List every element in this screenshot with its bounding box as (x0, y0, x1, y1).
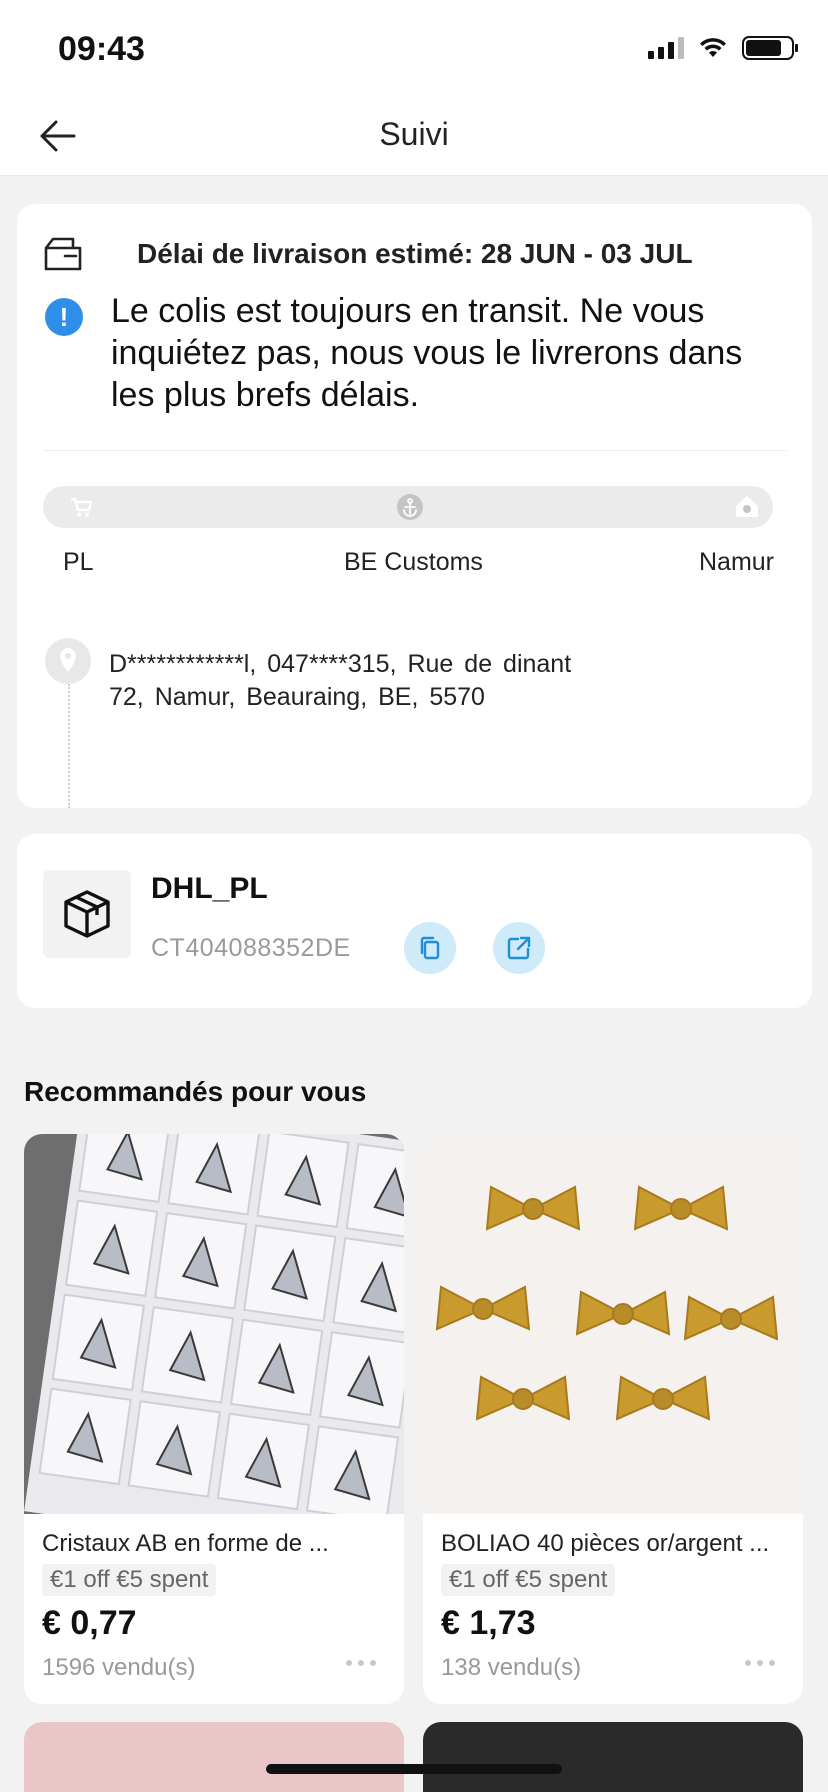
open-tracking-button[interactable] (493, 922, 545, 974)
cart-icon (71, 497, 93, 517)
progress-step-destination: Namur (698, 548, 774, 576)
tracking-progress-bar (43, 486, 773, 528)
info-icon: ! (45, 298, 83, 336)
more-options-icon[interactable] (745, 1660, 775, 1666)
product-card-partial[interactable] (24, 1722, 404, 1792)
sold-count: 1596 vendu(s) (42, 1654, 196, 1681)
address-line-2: 72, Namur, Beauraing, BE, 5570 (109, 683, 485, 711)
battery-icon (742, 36, 798, 60)
sold-count: 138 vendu(s) (441, 1654, 582, 1681)
copy-tracking-button[interactable] (404, 922, 456, 974)
divider (43, 450, 786, 451)
product-image[interactable] (423, 1134, 803, 1514)
wifi-icon (700, 38, 726, 57)
product-image[interactable] (24, 1134, 404, 1514)
timeline-line (68, 684, 70, 808)
carrier-name: DHL_PL (151, 872, 268, 905)
tracking-number: CT404088352DE (151, 934, 351, 962)
product-price: € 0,77 (42, 1604, 137, 1642)
promo-badge: €1 off €5 spent (441, 1564, 616, 1596)
product-name[interactable]: BOLIAO 40 pièces or/argent ... (441, 1530, 791, 1558)
anchor-icon (397, 494, 423, 520)
delivery-status-card: Délai de livraison estimé: 28 JUN - 03 J… (17, 204, 812, 808)
home-indicator[interactable] (266, 1764, 562, 1774)
nav-bar: Suivi (0, 100, 828, 176)
house-icon (736, 496, 758, 517)
more-options-icon[interactable] (346, 1660, 376, 1666)
page-title: Suivi (379, 116, 449, 152)
progress-step-customs: BE Customs (344, 548, 483, 576)
status-icons (648, 36, 798, 60)
location-pin-icon (45, 638, 91, 684)
shipment-card: DHL_PL CT404088352DE (17, 834, 812, 1008)
external-link-icon (507, 936, 531, 960)
package-icon (64, 890, 110, 938)
transit-message: Le colis est toujours en transit. Ne vou… (111, 292, 743, 414)
product-name[interactable]: Cristaux AB en forme de ... (42, 1530, 392, 1558)
product-price: € 1,73 (441, 1604, 536, 1642)
status-time: 09:43 (58, 30, 145, 68)
product-card[interactable]: Cristaux AB en forme de ... €1 off €5 sp… (24, 1134, 404, 1704)
signal-icon (648, 37, 684, 59)
delivery-estimate: Délai de livraison estimé: 28 JUN - 03 J… (137, 238, 693, 269)
address-line-1: D************l, 047****315, Rue de dinan… (109, 650, 572, 678)
product-card[interactable]: BOLIAO 40 pièces or/argent ... €1 off €5… (423, 1134, 803, 1704)
delivery-truck-icon (44, 237, 82, 271)
copy-icon (420, 936, 440, 960)
package-tile (43, 870, 131, 958)
progress-step-origin: PL (63, 548, 94, 576)
promo-badge: €1 off €5 spent (42, 1564, 217, 1596)
recommendations-title: Recommandés pour vous (24, 1076, 367, 1107)
product-card-partial[interactable] (423, 1722, 803, 1792)
delivery-address: D************l, 047****315, Rue de dinan… (109, 648, 709, 714)
status-bar: 09:43 (0, 0, 828, 100)
